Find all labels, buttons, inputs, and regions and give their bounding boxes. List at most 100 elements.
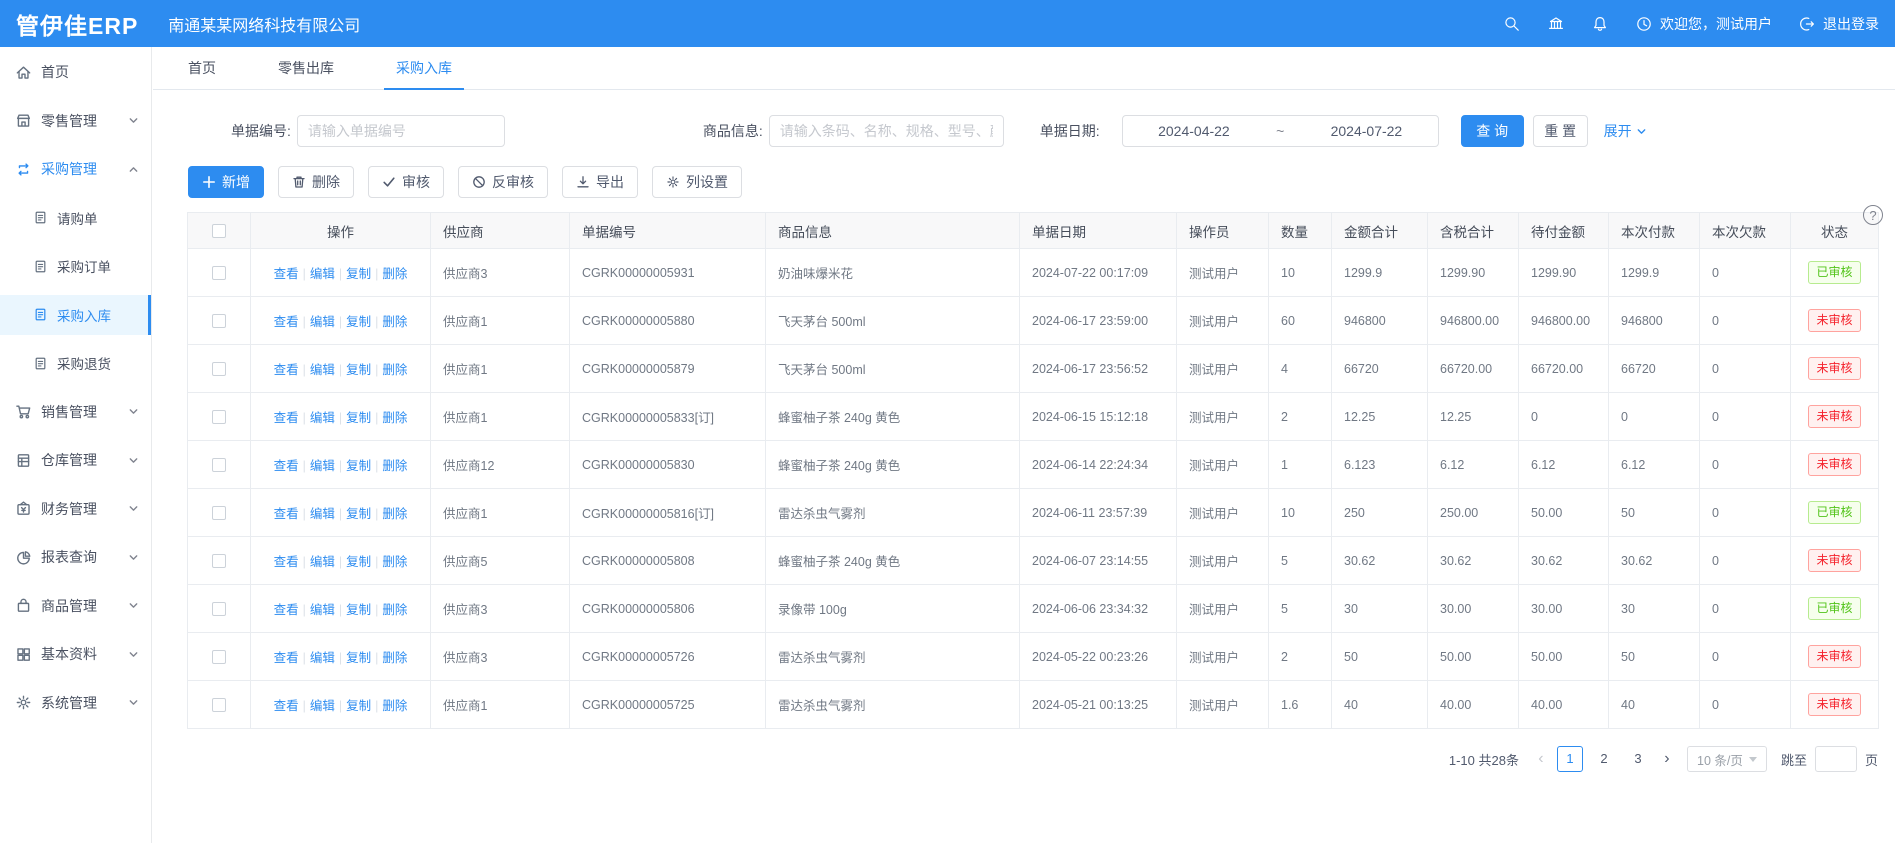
next-page-button[interactable]: › [1655,750,1679,768]
action-delete[interactable]: 删除 [382,651,407,665]
cell-product: 奶油味爆米花 [766,249,1020,297]
action-delete[interactable]: 删除 [382,459,407,473]
action-view[interactable]: 查看 [274,411,299,425]
action-edit[interactable]: 编辑 [310,651,335,665]
action-view[interactable]: 查看 [274,651,299,665]
action-delete[interactable]: 删除 [382,699,407,713]
column-settings-button[interactable]: 列设置 [652,166,742,198]
action-copy[interactable]: 复制 [346,267,371,281]
doc-no-input[interactable] [297,115,505,147]
action-copy[interactable]: 复制 [346,411,371,425]
sidebar-item-warehouse[interactable]: 仓库管理 [0,440,151,480]
expand-toggle[interactable]: 展开 [1604,121,1647,141]
date-from-value[interactable]: 2024-04-22 [1123,123,1266,139]
row-checkbox[interactable] [212,506,226,520]
add-button[interactable]: 新增 [188,166,264,198]
select-all-checkbox[interactable] [212,224,226,238]
sidebar-item-system[interactable]: 系统管理 [0,683,151,723]
reset-button[interactable]: 重 置 [1533,115,1588,147]
prev-page-button[interactable]: ‹ [1529,750,1553,768]
action-delete[interactable]: 删除 [382,603,407,617]
action-edit[interactable]: 编辑 [310,411,335,425]
search-button[interactable]: 查 询 [1461,115,1524,147]
action-edit[interactable]: 编辑 [310,699,335,713]
status-badge: 未审核 [1808,309,1860,331]
action-edit[interactable]: 编辑 [310,459,335,473]
action-edit[interactable]: 编辑 [310,315,335,329]
action-view[interactable]: 查看 [274,555,299,569]
action-edit[interactable]: 编辑 [310,363,335,377]
product-info-input[interactable] [769,115,1004,147]
row-checkbox[interactable] [212,410,226,424]
tab-retail-outbound[interactable]: 零售出库 [278,47,334,89]
sidebar-item-sales[interactable]: 销售管理 [0,392,151,432]
date-to-value[interactable]: 2024-07-22 [1295,123,1438,139]
cell-operator: 测试用户 [1177,681,1269,729]
sidebar-item-purchase-order[interactable]: 采购订单 [0,246,151,286]
tab-purchase-inbound[interactable]: 采购入库 [396,47,452,89]
date-range-picker[interactable]: 2024-04-22 ~ 2024-07-22 [1122,115,1439,147]
action-copy[interactable]: 复制 [346,315,371,329]
action-edit[interactable]: 编辑 [310,507,335,521]
action-view[interactable]: 查看 [274,267,299,281]
sidebar-item-basic-data[interactable]: 基本资料 [0,634,151,674]
action-delete[interactable]: 删除 [382,507,407,521]
row-checkbox[interactable] [212,650,226,664]
action-copy[interactable]: 复制 [346,459,371,473]
bank-icon[interactable] [1547,15,1565,33]
search-icon[interactable] [1503,15,1521,33]
row-checkbox[interactable] [212,698,226,712]
unaudit-button[interactable]: 反审核 [458,166,548,198]
sidebar-item-purchase-inbound[interactable]: 采购入库 [0,295,151,335]
page-button-3[interactable]: 3 [1625,746,1651,772]
action-delete[interactable]: 删除 [382,411,407,425]
action-separator: | [375,459,378,473]
action-view[interactable]: 查看 [274,363,299,377]
sidebar-item-reports[interactable]: 报表查询 [0,537,151,577]
row-checkbox[interactable] [212,362,226,376]
action-delete[interactable]: 删除 [382,363,407,377]
bell-icon[interactable] [1591,15,1609,33]
logout-button[interactable]: 退出登录 [1798,14,1879,34]
action-view[interactable]: 查看 [274,699,299,713]
action-view[interactable]: 查看 [274,459,299,473]
action-delete[interactable]: 删除 [382,555,407,569]
sidebar-item-home[interactable]: 首页 [0,52,151,92]
action-view[interactable]: 查看 [274,507,299,521]
action-edit[interactable]: 编辑 [310,267,335,281]
row-checkbox[interactable] [212,458,226,472]
tab-home[interactable]: 首页 [188,47,216,89]
row-checkbox[interactable] [212,266,226,280]
sidebar-item-purchase-return[interactable]: 采购退货 [0,343,151,383]
row-checkbox[interactable] [212,314,226,328]
action-view[interactable]: 查看 [274,603,299,617]
action-edit[interactable]: 编辑 [310,603,335,617]
action-copy[interactable]: 复制 [346,603,371,617]
action-copy[interactable]: 复制 [346,651,371,665]
action-edit[interactable]: 编辑 [310,555,335,569]
row-checkbox[interactable] [212,554,226,568]
sidebar-item-products[interactable]: 商品管理 [0,586,151,626]
help-icon[interactable]: ? [1863,205,1883,225]
export-button[interactable]: 导出 [562,166,638,198]
sidebar-item-purchase[interactable]: 采购管理 [0,149,151,189]
welcome-user[interactable]: 欢迎您，测试用户 [1635,14,1772,34]
sidebar-item-retail[interactable]: 零售管理 [0,101,151,141]
sidebar-item-purchase-request[interactable]: 请购单 [0,198,151,238]
action-delete[interactable]: 删除 [382,315,407,329]
sidebar-item-finance[interactable]: 财务管理 [0,489,151,529]
action-delete[interactable]: 删除 [382,267,407,281]
action-separator: | [303,315,306,329]
action-copy[interactable]: 复制 [346,363,371,377]
page-button-2[interactable]: 2 [1591,746,1617,772]
action-copy[interactable]: 复制 [346,507,371,521]
action-copy[interactable]: 复制 [346,555,371,569]
action-copy[interactable]: 复制 [346,699,371,713]
action-view[interactable]: 查看 [274,315,299,329]
row-checkbox[interactable] [212,602,226,616]
page-size-select[interactable]: 10 条/页 [1687,746,1767,772]
page-button-1[interactable]: 1 [1557,746,1583,772]
jump-page-input[interactable] [1815,746,1857,772]
audit-button[interactable]: 审核 [368,166,444,198]
delete-button[interactable]: 删除 [278,166,354,198]
